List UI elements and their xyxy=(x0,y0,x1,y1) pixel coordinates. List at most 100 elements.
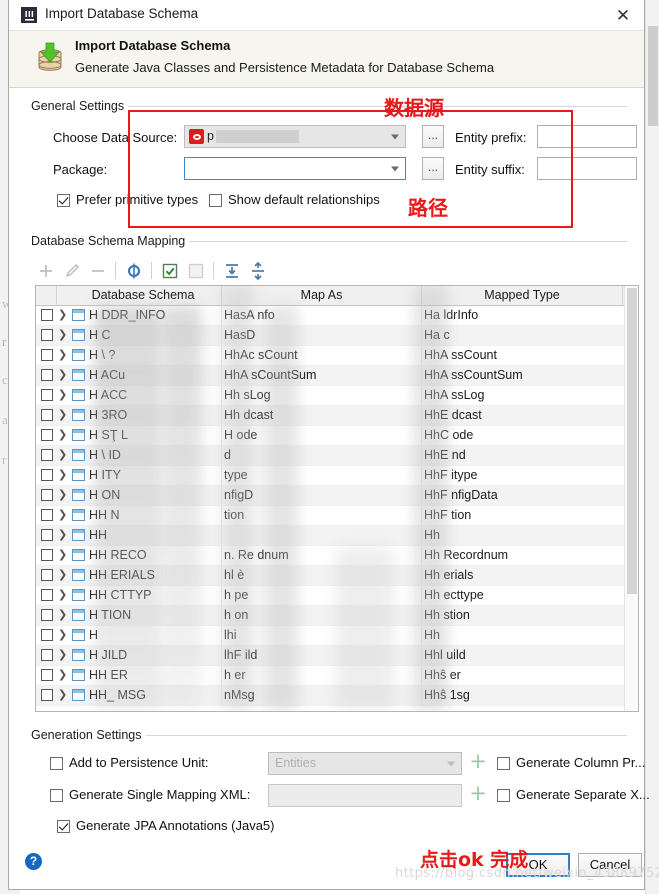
row-checkbox[interactable] xyxy=(41,509,53,521)
row-checkbox[interactable] xyxy=(41,389,53,401)
select-all-icon[interactable] xyxy=(159,260,181,282)
expand-chevron-icon[interactable]: ❯ xyxy=(58,528,67,541)
table-row[interactable]: ❯ H \ ? HhAc sCount HhA ssCount xyxy=(36,346,638,366)
expand-chevron-icon[interactable]: ❯ xyxy=(58,388,67,401)
expand-chevron-icon[interactable]: ❯ xyxy=(58,548,67,561)
cell-divider xyxy=(421,326,422,345)
table-row[interactable]: ❯ H ACC Hh sLog HhA ssLog xyxy=(36,386,638,406)
expand-chevron-icon[interactable]: ❯ xyxy=(58,308,67,321)
entity-suffix-input[interactable] xyxy=(537,157,637,180)
expand-chevron-icon[interactable]: ❯ xyxy=(58,568,67,581)
row-checkbox[interactable] xyxy=(41,629,53,641)
table-row[interactable]: ❯ H \ ID d HhE nd xyxy=(36,446,638,466)
page-scrollbar[interactable] xyxy=(645,0,659,894)
data-source-browse-button[interactable]: ... xyxy=(422,125,444,148)
page-scrollbar-thumb[interactable] xyxy=(648,26,658,126)
table-row[interactable]: ❯ H SŢ L H ode HhC ode xyxy=(36,426,638,446)
row-checkbox[interactable] xyxy=(41,329,53,341)
expand-chevron-icon[interactable]: ❯ xyxy=(58,668,67,681)
refresh-icon[interactable] xyxy=(123,260,145,282)
cell-divider xyxy=(221,446,222,465)
expand-chevron-icon[interactable]: ❯ xyxy=(58,648,67,661)
row-checkbox[interactable] xyxy=(41,469,53,481)
checkbox-box xyxy=(209,194,222,207)
row-checkbox[interactable] xyxy=(41,489,53,501)
cell-divider xyxy=(221,686,222,705)
table-row[interactable]: ❯ H ON nfigD HhF nfigData xyxy=(36,486,638,506)
table-scrollbar-thumb[interactable] xyxy=(627,288,637,594)
row-checkbox[interactable] xyxy=(41,369,53,381)
cell-map-as: tion xyxy=(224,508,245,522)
expand-all-icon[interactable] xyxy=(221,260,243,282)
table-scrollbar[interactable] xyxy=(624,286,638,711)
table-row[interactable]: ❯ HH Hh xyxy=(36,526,638,546)
expand-chevron-icon[interactable]: ❯ xyxy=(58,328,67,341)
table-row[interactable]: ❯ HH ER h er Hhŝ er xyxy=(36,666,638,686)
row-checkbox[interactable] xyxy=(41,409,53,421)
expand-chevron-icon[interactable]: ❯ xyxy=(58,628,67,641)
table-row[interactable]: ❯ HH N tion HhF tion xyxy=(36,506,638,526)
column-header-database-schema[interactable]: Database Schema xyxy=(68,288,218,302)
table-row[interactable]: ❯ HH ERIALS hl è Hh erials xyxy=(36,566,638,586)
cell-mapped-type: Hh ecttype xyxy=(424,588,484,602)
entity-prefix-input[interactable] xyxy=(537,125,637,148)
generate-column-properties-label: Generate Column Pr... xyxy=(516,755,646,770)
data-source-combo[interactable]: p xyxy=(184,125,406,148)
add-mapping-xml-button[interactable]: + xyxy=(468,783,488,805)
row-checkbox[interactable] xyxy=(41,669,53,681)
table-row[interactable]: ❯ H 3RO Hh dcast HhE dcast xyxy=(36,406,638,426)
expand-chevron-icon[interactable]: ❯ xyxy=(58,468,67,481)
row-checkbox[interactable] xyxy=(41,689,53,701)
background-glyph: a xyxy=(2,412,8,427)
expand-chevron-icon[interactable]: ❯ xyxy=(58,368,67,381)
row-checkbox[interactable] xyxy=(41,569,53,581)
single-mapping-xml-input[interactable] xyxy=(268,784,462,807)
package-browse-button[interactable]: ... xyxy=(422,157,444,180)
table-row[interactable]: ❯ HH CTTYP h pe Hh ecttype xyxy=(36,586,638,606)
row-checkbox[interactable] xyxy=(41,349,53,361)
expand-chevron-icon[interactable]: ❯ xyxy=(58,508,67,521)
table-row[interactable]: ❯ H DDR_INFO HasA nfo Ha ldrInfo xyxy=(36,306,638,326)
expand-chevron-icon[interactable]: ❯ xyxy=(58,408,67,421)
help-icon[interactable]: ? xyxy=(25,853,42,870)
add-persistence-unit-button[interactable]: + xyxy=(468,751,488,773)
generate-jpa-annotations-label: Generate JPA Annotations (Java5) xyxy=(76,818,275,833)
persistence-unit-combo[interactable]: Entities xyxy=(268,752,462,775)
expand-chevron-icon[interactable]: ❯ xyxy=(58,348,67,361)
database-import-icon xyxy=(31,40,69,78)
checkbox-box xyxy=(50,789,63,802)
close-icon[interactable]: ✕ xyxy=(610,4,636,28)
edit-pencil-icon[interactable] xyxy=(61,260,83,282)
table-row[interactable]: ❯ H C HasD Ha c xyxy=(36,326,638,346)
cell-divider xyxy=(221,346,222,365)
row-checkbox[interactable] xyxy=(41,449,53,461)
table-row[interactable]: ❯ Hlhi Hh xyxy=(36,626,638,646)
deselect-all-icon[interactable] xyxy=(185,260,207,282)
table-row[interactable]: ❯ HH RECO n. Re dnum Hh Recordnum xyxy=(36,546,638,566)
row-checkbox[interactable] xyxy=(41,649,53,661)
table-row[interactable]: ❯ H ACu HhA sCountSum HhA ssCountSum xyxy=(36,366,638,386)
expand-chevron-icon[interactable]: ❯ xyxy=(58,488,67,501)
row-checkbox[interactable] xyxy=(41,529,53,541)
row-checkbox[interactable] xyxy=(41,549,53,561)
column-header-mapped-type[interactable]: Mapped Type xyxy=(422,288,622,302)
expand-chevron-icon[interactable]: ❯ xyxy=(58,588,67,601)
cell-map-as: h pe xyxy=(224,588,249,602)
row-checkbox[interactable] xyxy=(41,589,53,601)
row-checkbox[interactable] xyxy=(41,429,53,441)
table-row[interactable]: ❯ H TION h on Hh stion xyxy=(36,606,638,626)
table-row[interactable]: ❯ H ITY type HhF itype xyxy=(36,466,638,486)
remove-icon[interactable] xyxy=(87,260,109,282)
row-checkbox[interactable] xyxy=(41,609,53,621)
expand-chevron-icon[interactable]: ❯ xyxy=(58,608,67,621)
table-row[interactable]: ❯ H JILD lhF ild Hhl uild xyxy=(36,646,638,666)
table-row[interactable]: ❯ HH_ MSG nMsg Hhŝ 1sg xyxy=(36,686,638,706)
collapse-all-icon[interactable] xyxy=(247,260,269,282)
add-icon[interactable] xyxy=(35,260,57,282)
expand-chevron-icon[interactable]: ❯ xyxy=(58,448,67,461)
expand-chevron-icon[interactable]: ❯ xyxy=(58,428,67,441)
column-header-map-as[interactable]: Map As xyxy=(222,288,421,302)
package-combo[interactable] xyxy=(184,157,406,180)
expand-chevron-icon[interactable]: ❯ xyxy=(58,688,67,701)
row-checkbox[interactable] xyxy=(41,309,53,321)
